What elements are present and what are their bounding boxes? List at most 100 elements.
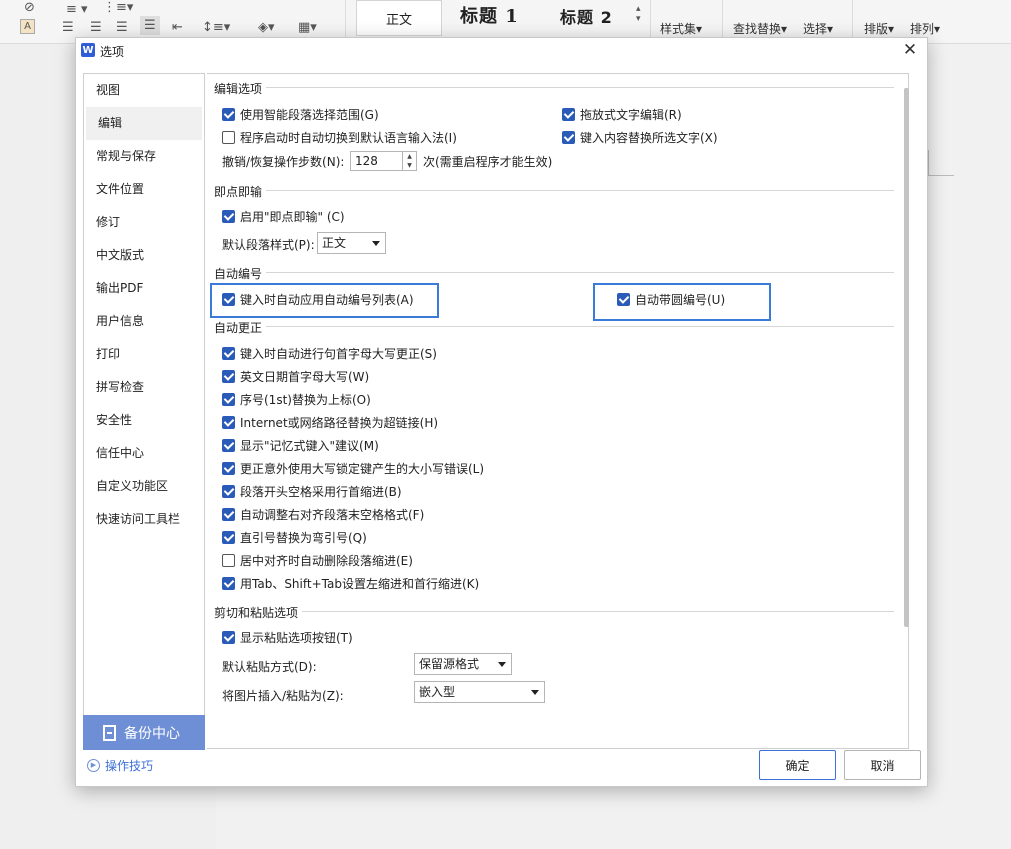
image-paste-select[interactable]: 嵌入型: [414, 681, 545, 703]
click-and-type-checkbox[interactable]: 启用"即点即输" (C): [222, 208, 345, 225]
para-icon[interactable]: ⊘: [24, 0, 35, 15]
style-scroll-icon[interactable]: ▴ ▾: [636, 4, 641, 24]
border-icon[interactable]: ▦▾: [298, 20, 317, 35]
capitalize-sentence-checkbox[interactable]: 键入时自动进行句首字母大写更正(S): [222, 345, 437, 362]
auto-ime-checkbox[interactable]: 程序启动时自动切换到默认语言输入法(I): [222, 129, 457, 146]
list-icon[interactable]: ≡ ▾: [66, 2, 88, 17]
checkbox-checked-icon: [222, 347, 235, 360]
layout-button[interactable]: 排版▾: [864, 20, 894, 37]
style-heading-2[interactable]: 标题 2: [560, 4, 613, 28]
section-divider: [214, 272, 894, 273]
checkbox-checked-icon: [222, 485, 235, 498]
checkbox-checked-icon: [222, 108, 235, 121]
undo-steps-value[interactable]: 128: [355, 154, 378, 168]
checkbox-checked-icon: [222, 462, 235, 475]
section-paste-title: 剪切和粘贴选项: [214, 604, 303, 621]
dialog-title-bar: W 选项 ✕: [76, 38, 927, 64]
checkbox-checked-icon: [222, 293, 235, 306]
section-divider: [214, 326, 894, 327]
style-heading-1[interactable]: 标题 1: [460, 2, 519, 28]
circled-number-checkbox[interactable]: 自动带圆编号(U): [617, 291, 725, 308]
backup-center-button[interactable]: 备份中心: [83, 715, 205, 750]
drag-drop-edit-checkbox[interactable]: 拖放式文字编辑(R): [562, 106, 682, 123]
checkbox-checked-icon: [222, 508, 235, 521]
tab-indent-checkbox[interactable]: 用Tab、Shift+Tab设置左缩进和首行缩进(K): [222, 575, 479, 592]
style-normal[interactable]: 正文: [356, 0, 442, 36]
smart-quotes-checkbox[interactable]: 直引号替换为弯引号(Q): [222, 529, 367, 546]
section-divider: [214, 190, 894, 191]
section-auto-number-title: 自动编号: [214, 265, 267, 282]
undo-steps-stepper[interactable]: 128 ▲ ▼: [350, 151, 417, 171]
checkbox-unchecked-icon: [222, 554, 235, 567]
right-align-space-checkbox[interactable]: 自动调整右对齐段落末空格格式(F): [222, 506, 424, 523]
select-button[interactable]: 选择▾: [803, 20, 833, 37]
undo-steps-label: 撤销/恢复操作步数(N):: [222, 155, 345, 169]
default-paragraph-style-select[interactable]: 正文: [317, 232, 386, 254]
backup-label: 备份中心: [124, 725, 180, 742]
dropdown-arrow-icon: [372, 241, 380, 246]
nav-item-quick-access[interactable]: 快速访问工具栏: [84, 503, 204, 536]
distributed-icon[interactable]: ⇤: [172, 20, 183, 35]
toolbar-divider: [345, 0, 346, 40]
capitalize-date-checkbox[interactable]: 英文日期首字母大写(W): [222, 368, 369, 385]
checkbox-checked-icon: [222, 631, 235, 644]
chevron-up-icon[interactable]: ▲: [403, 152, 416, 161]
nav-item-file-location[interactable]: 文件位置: [84, 173, 204, 206]
autocomplete-checkbox[interactable]: 显示"记忆式键入"建议(M): [222, 437, 379, 454]
arrange-button[interactable]: 排列▾: [910, 20, 940, 37]
section-divider: [214, 611, 894, 612]
nav-item-export-pdf[interactable]: 输出PDF: [84, 272, 204, 305]
dialog-title: 选项: [100, 45, 125, 59]
ordinal-superscript-checkbox[interactable]: 序号(1st)替换为上标(O): [222, 391, 371, 408]
nav-item-trust-center[interactable]: 信任中心: [84, 437, 204, 470]
typing-replaces-selection-checkbox[interactable]: 键入内容替换所选文字(X): [562, 129, 718, 146]
close-button[interactable]: ✕: [901, 41, 919, 59]
align-right-icon[interactable]: ☰: [116, 20, 128, 35]
find-replace-button[interactable]: 查找替换▾: [733, 20, 787, 37]
options-scrollbar[interactable]: [904, 88, 909, 627]
nav-item-revision[interactable]: 修订: [84, 206, 204, 239]
nav-item-customize-ribbon[interactable]: 自定义功能区: [84, 470, 204, 503]
chevron-down-icon[interactable]: ▼: [403, 161, 416, 170]
cancel-button[interactable]: 取消: [844, 750, 921, 780]
smart-paragraph-checkbox[interactable]: 使用智能段落选择范围(G): [222, 106, 379, 123]
checkbox-checked-icon: [222, 210, 235, 223]
page-corner-mark: [928, 150, 954, 176]
tips-link[interactable]: ▶ 操作技巧: [87, 757, 153, 774]
edit-options-panel: 编辑选项 使用智能段落选择范围(G) 拖放式文字编辑(R) 程序启动时自动切换到…: [207, 73, 909, 749]
checkbox-checked-icon: [222, 439, 235, 452]
numbered-list-icon[interactable]: ⋮≡▾: [103, 0, 133, 15]
line-spacing-icon[interactable]: ↕≡▾: [202, 20, 230, 35]
justify-icon[interactable]: ☰: [140, 16, 160, 35]
shading-icon[interactable]: ◈▾: [258, 20, 275, 35]
checkbox-checked-icon: [562, 131, 575, 144]
nav-item-user-info[interactable]: 用户信息: [84, 305, 204, 338]
text-color-icon[interactable]: A: [20, 19, 35, 34]
caps-lock-checkbox[interactable]: 更正意外使用大写锁定键产生的大小写错误(L): [222, 460, 484, 477]
align-left-icon[interactable]: ☰: [62, 20, 74, 35]
hyperlink-checkbox[interactable]: Internet或网络路径替换为超链接(H): [222, 414, 438, 431]
align-center-icon[interactable]: ☰: [90, 20, 102, 35]
nav-item-view[interactable]: 视图: [84, 74, 204, 107]
dropdown-arrow-icon: [498, 662, 506, 667]
nav-item-security[interactable]: 安全性: [84, 404, 204, 437]
show-paste-button-checkbox[interactable]: 显示粘贴选项按钮(T): [222, 629, 353, 646]
default-paste-select[interactable]: 保留源格式: [414, 653, 512, 675]
style-set-button[interactable]: 样式集▾: [660, 20, 702, 37]
checkbox-checked-icon: [222, 577, 235, 590]
nav-item-chinese-layout[interactable]: 中文版式: [84, 239, 204, 272]
options-dialog: W 选项 ✕ 视图 编辑 常规与保存 文件位置 修订 中文版式 输出PDF 用户…: [75, 37, 928, 787]
checkbox-checked-icon: [222, 370, 235, 383]
auto-numbered-list-checkbox[interactable]: 键入时自动应用自动编号列表(A): [222, 291, 414, 308]
nav-item-print[interactable]: 打印: [84, 338, 204, 371]
nav-item-general-save[interactable]: 常规与保存: [84, 140, 204, 173]
checkbox-checked-icon: [562, 108, 575, 121]
nav-item-spell-check[interactable]: 拼写检查: [84, 371, 204, 404]
ok-button[interactable]: 确定: [759, 750, 836, 780]
center-remove-indent-checkbox[interactable]: 居中对齐时自动删除段落缩进(E): [222, 552, 413, 569]
wps-logo-icon: W: [81, 43, 95, 57]
stepper-buttons[interactable]: ▲ ▼: [402, 152, 416, 170]
leading-space-indent-checkbox[interactable]: 段落开头空格采用行首缩进(B): [222, 483, 402, 500]
nav-item-edit[interactable]: 编辑: [86, 107, 202, 140]
section-divider: [214, 87, 894, 88]
